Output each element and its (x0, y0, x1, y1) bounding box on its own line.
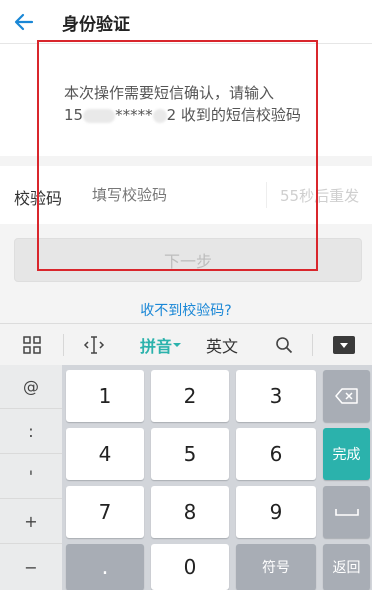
symbol-column: @ : ' + − (0, 365, 62, 590)
divider (266, 182, 267, 208)
back-arrow-icon (14, 13, 34, 31)
masked-digits (83, 108, 116, 123)
symbol-key[interactable]: − (0, 545, 62, 589)
symbol-key[interactable]: @ (0, 365, 62, 409)
dot-key[interactable]: . (66, 544, 144, 590)
toolbar-separator (63, 334, 64, 356)
digit-key[interactable]: 3 (236, 370, 316, 422)
symbol-key[interactable]: : (0, 410, 62, 454)
symbols-key[interactable]: 符号 (236, 544, 316, 590)
page-title: 身份验证 (62, 15, 130, 35)
grid-icon (23, 336, 41, 354)
symbol-key[interactable]: + (0, 500, 62, 544)
digit-key[interactable]: 8 (151, 486, 229, 538)
search-button[interactable] (262, 324, 306, 366)
space-icon (334, 509, 359, 516)
backspace-key[interactable] (323, 370, 370, 422)
space-key[interactable] (323, 486, 370, 538)
cursor-icon (83, 336, 105, 354)
instruction-line1: 本次操作需要短信确认，请输入 (64, 84, 275, 102)
pinyin-label: 拼音 (139, 337, 172, 356)
digit-key[interactable]: 7 (66, 486, 144, 538)
pinyin-button[interactable]: 拼音 (132, 324, 190, 366)
keyboard-toolbar: 拼音 英文 (0, 323, 372, 365)
back-key[interactable]: 返回 (323, 544, 370, 590)
hide-keyboard-icon (333, 336, 355, 354)
chevron-down-icon (173, 343, 181, 347)
digit-key[interactable]: 6 (236, 428, 316, 480)
phone-mask: ***** (115, 106, 153, 124)
hide-keyboard-button[interactable] (322, 324, 366, 366)
no-code-link[interactable]: 收不到校验码? (0, 300, 372, 320)
back-button[interactable] (8, 6, 40, 38)
code-input[interactable] (92, 181, 262, 209)
sms-instruction: 本次操作需要短信确认，请输入 15 ***** 2 收到的短信校验码 (64, 82, 314, 126)
toolbar-separator (312, 334, 313, 356)
search-icon (276, 337, 293, 354)
digit-key[interactable]: 4 (66, 428, 144, 480)
verification-code-row: 校验码 55秒后重发 (0, 166, 372, 224)
message-area: 本次操作需要短信确认，请输入 15 ***** 2 收到的短信校验码 (0, 44, 372, 156)
numeric-keyboard: @ : ' + − 1 2 3 4 5 6 完成 7 8 9 . 0 符号 返回 (0, 365, 372, 590)
grid-button[interactable] (10, 324, 54, 366)
phone-suffix: 2 收到的短信校验码 (166, 106, 301, 124)
digit-key[interactable]: 5 (151, 428, 229, 480)
done-key[interactable]: 完成 (323, 428, 370, 480)
phone-prefix: 15 (64, 106, 84, 124)
resend-countdown[interactable]: 55秒后重发 (280, 185, 359, 206)
digit-key[interactable]: 2 (151, 370, 229, 422)
digit-key[interactable]: 9 (236, 486, 316, 538)
code-label: 校验码 (14, 189, 63, 208)
symbol-key[interactable]: ' (0, 455, 62, 499)
backspace-icon (334, 388, 358, 404)
header-bar: 身份验证 (0, 0, 372, 44)
english-button[interactable]: 英文 (198, 324, 246, 366)
digit-key[interactable]: 1 (66, 370, 144, 422)
masked-digit (152, 108, 167, 123)
next-button[interactable]: 下一步 (14, 238, 362, 282)
digit-key[interactable]: 0 (151, 544, 229, 590)
cursor-button[interactable] (72, 324, 116, 366)
